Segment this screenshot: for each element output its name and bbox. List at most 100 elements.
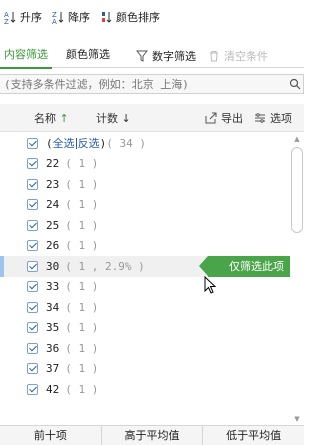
item-name: 37 xyxy=(46,362,60,376)
selection-marker xyxy=(0,174,4,195)
trash-icon xyxy=(210,50,218,61)
item-count: ( 1 ) xyxy=(65,321,99,335)
selection-marker xyxy=(0,195,4,216)
item-name: 35 xyxy=(46,321,60,335)
selection-marker xyxy=(0,256,4,277)
funnel-icon xyxy=(136,50,148,62)
clear-conditions-button[interactable]: 清空条件 xyxy=(208,48,268,64)
selection-marker xyxy=(0,297,4,318)
list-item[interactable]: 22 ( 1 ) xyxy=(0,154,290,175)
item-checkbox[interactable] xyxy=(27,301,38,313)
top-ten-button[interactable]: 前十项 xyxy=(0,426,102,445)
list-item[interactable]: 23 ( 1 ) xyxy=(0,174,290,195)
item-checkbox[interactable] xyxy=(27,342,38,354)
link-separator xyxy=(75,137,77,149)
scroll-up-arrow-icon[interactable]: ▲ xyxy=(292,133,302,145)
sort-by-name-header[interactable]: 名称 ↑ xyxy=(34,110,69,126)
item-name: 34 xyxy=(46,300,60,314)
item-checkbox[interactable] xyxy=(27,199,38,211)
sort-descending-button[interactable]: Z A 降序 xyxy=(52,9,90,25)
total-count: ( 34 ) xyxy=(106,136,146,150)
list-item[interactable]: 36 ( 1 ) xyxy=(0,338,290,359)
list-item[interactable]: 35 ( 1 ) xyxy=(0,318,290,339)
item-count: ( 1 ) xyxy=(65,157,99,171)
selection-marker xyxy=(0,338,4,359)
list-item[interactable]: 25 ( 1 ) xyxy=(0,215,290,236)
item-count: ( 1 ) xyxy=(65,239,99,253)
select-all-checkbox[interactable] xyxy=(27,137,38,149)
export-label: 导出 xyxy=(221,111,243,125)
sort-descending-icon: Z A xyxy=(52,11,64,24)
item-checkbox[interactable] xyxy=(27,178,38,190)
selection-marker xyxy=(0,359,4,380)
only-filter-this-button[interactable]: 仅筛选此项 xyxy=(199,256,290,277)
options-button[interactable]: 选项 xyxy=(254,110,292,126)
above-average-button[interactable]: 高于平均值 xyxy=(102,426,204,445)
item-name: 25 xyxy=(46,218,60,232)
item-name: 24 xyxy=(46,198,60,212)
item-checkbox[interactable] xyxy=(27,240,38,252)
tab-color-filter[interactable]: 颜色筛选 xyxy=(62,44,110,68)
list-header: 名称 ↑ 计数 ↓ 导出 选项 xyxy=(0,104,304,132)
export-button[interactable]: 导出 xyxy=(205,110,243,126)
item-count: ( 1 ) xyxy=(65,300,99,314)
selection-marker xyxy=(0,379,4,400)
selection-marker xyxy=(0,277,4,298)
item-checkbox[interactable] xyxy=(27,219,38,231)
item-checkbox[interactable] xyxy=(27,383,38,395)
select-all-row[interactable]: ( 全选 反选 ) ( 34 ) xyxy=(0,133,290,154)
item-checkbox[interactable] xyxy=(27,322,38,334)
search-icon[interactable] xyxy=(289,78,301,90)
color-sort-icon xyxy=(102,11,112,23)
search-input[interactable] xyxy=(0,75,286,93)
number-filter-button[interactable]: 数字筛选 xyxy=(136,48,196,64)
selection-marker xyxy=(0,154,4,175)
item-name: 22 xyxy=(46,157,60,171)
item-count: ( 1 , 2.9% ) xyxy=(65,259,145,273)
item-count: ( 1 ) xyxy=(65,198,99,212)
list-item[interactable]: 34 ( 1 ) xyxy=(0,297,290,318)
filter-tabs: 内容筛选 颜色筛选 数字筛选 清空条件 xyxy=(0,44,304,69)
sort-ascending-label: 升序 xyxy=(20,10,42,24)
sort-toolbar: A Z 升序 Z A 降序 颜色排序 xyxy=(0,0,304,33)
item-name: 23 xyxy=(46,177,60,191)
select-all-close-paren: ) xyxy=(99,136,107,150)
color-sort-label: 颜色排序 xyxy=(116,10,160,24)
clear-conditions-label: 清空条件 xyxy=(224,49,268,63)
invert-selection-link[interactable]: 反选 xyxy=(78,135,100,151)
list-item[interactable]: 37 ( 1 ) xyxy=(0,359,290,380)
mouse-pointer-icon xyxy=(204,276,217,294)
options-label: 选项 xyxy=(270,111,292,125)
list-item[interactable]: 24 ( 1 ) xyxy=(0,195,290,216)
select-all-open-paren: ( xyxy=(46,136,53,150)
scrollbar-thumb[interactable] xyxy=(291,147,303,233)
export-icon xyxy=(205,112,217,123)
item-checkbox[interactable] xyxy=(27,281,38,293)
tab-content-filter[interactable]: 内容筛选 xyxy=(0,44,52,69)
list-item[interactable]: 42 ( 1 ) xyxy=(0,379,290,400)
list-item[interactable]: 33 ( 1 ) xyxy=(0,277,290,298)
sort-ascending-button[interactable]: A Z 升序 xyxy=(4,9,42,25)
selection-marker xyxy=(0,236,4,257)
item-checkbox[interactable] xyxy=(27,260,38,272)
item-checkbox[interactable] xyxy=(27,363,38,375)
item-checkbox[interactable] xyxy=(27,158,38,170)
list-item-hovered[interactable]: 30 ( 1 , 2.9% ) 仅筛选此项 xyxy=(0,256,290,277)
name-header-label: 名称 xyxy=(34,111,56,125)
color-sort-button[interactable]: 颜色排序 xyxy=(100,9,160,25)
item-name: 36 xyxy=(46,341,60,355)
select-all-link[interactable]: 全选 xyxy=(53,135,75,151)
svg-text:Z: Z xyxy=(4,18,9,24)
item-count: ( 1 ) xyxy=(65,382,99,396)
list-scrollbar[interactable]: ▲ ▼ xyxy=(290,133,304,425)
item-count: ( 1 ) xyxy=(65,177,99,191)
selection-marker xyxy=(0,215,4,236)
item-count: ( 1 ) xyxy=(65,362,99,376)
below-average-button[interactable]: 低于平均值 xyxy=(203,426,304,445)
item-name: 42 xyxy=(46,382,60,396)
sort-ascending-icon: A Z xyxy=(4,11,16,24)
scroll-down-arrow-icon[interactable]: ▼ xyxy=(292,413,302,425)
list-item[interactable]: 26 ( 1 ) xyxy=(0,236,290,257)
item-name: 33 xyxy=(46,280,60,294)
sort-by-count-header[interactable]: 计数 ↓ xyxy=(96,110,131,126)
